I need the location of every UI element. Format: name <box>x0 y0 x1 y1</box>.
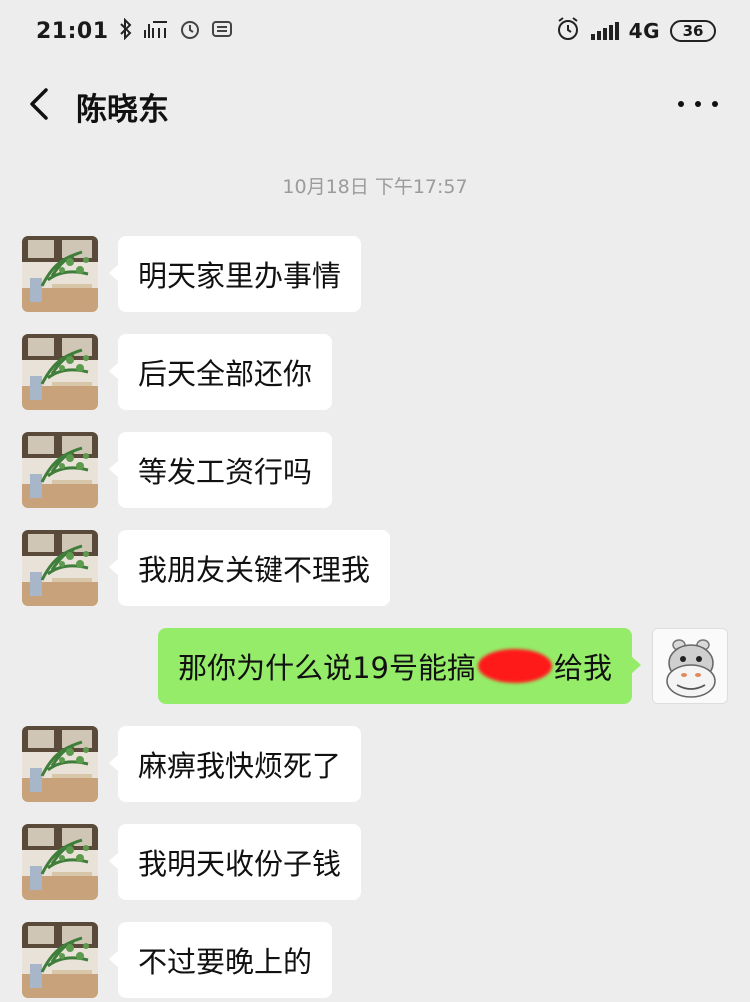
self-avatar[interactable] <box>652 628 728 704</box>
incoming-message-bubble[interactable]: 后天全部还你 <box>108 334 333 410</box>
contact-avatar[interactable] <box>22 334 98 410</box>
taobao-icon <box>211 19 233 44</box>
redaction-mark <box>477 649 552 683</box>
battery-icon: 36 <box>670 20 716 42</box>
bluetooth-icon <box>119 17 133 45</box>
alarm-icon <box>179 18 201 45</box>
chat-title: 陈晓东 <box>76 92 169 128</box>
more-options-button[interactable] <box>678 90 718 118</box>
contact-avatar[interactable] <box>22 236 98 312</box>
incoming-message-bubble[interactable]: 不过要晚上的 <box>108 922 333 998</box>
network-type: 4G <box>628 19 660 43</box>
incoming-message-bubble[interactable]: 我朋友关键不理我 <box>108 530 391 606</box>
contact-avatar[interactable] <box>22 432 98 508</box>
status-bar-left: 21:01 <box>36 17 233 45</box>
signal-icon <box>590 22 619 40</box>
message-timestamp: 10月18日 下午17:57 <box>282 176 468 198</box>
back-button[interactable] <box>22 80 62 128</box>
message-row: 后天全部还你 <box>0 334 750 414</box>
contact-avatar[interactable] <box>22 824 98 900</box>
message-row: 明天家里办事情 <box>0 236 750 316</box>
message-row: 我朋友关键不理我 <box>0 530 750 610</box>
message-row: 等发工资行吗 <box>0 432 750 512</box>
incoming-message-bubble[interactable]: 麻痹我快烦死了 <box>108 726 362 802</box>
status-bar: 21:01 4G 36 <box>0 0 750 62</box>
contact-avatar[interactable] <box>22 530 98 606</box>
more-dots-icon <box>678 101 684 107</box>
message-row: 我明天收份子钱 <box>0 824 750 904</box>
message-text: 给我 <box>553 651 612 685</box>
chat-header: 陈晓东 <box>0 62 750 146</box>
contact-avatar[interactable] <box>22 922 98 998</box>
incoming-message-bubble[interactable]: 我明天收份子钱 <box>108 824 362 900</box>
battery-level: 36 <box>682 22 704 40</box>
message-text: 那你为什么说19号能搞 <box>178 651 476 685</box>
outgoing-message-bubble[interactable]: 那你为什么说19号能搞 给我 <box>158 628 641 704</box>
message-row: 麻痹我快烦死了 <box>0 726 750 806</box>
message-row: 那你为什么说19号能搞 给我 <box>0 628 750 708</box>
status-bar-right: 4G 36 <box>555 16 716 47</box>
hippo-avatar-icon <box>653 629 727 703</box>
chevron-left-icon <box>30 88 48 120</box>
alarm-icon <box>555 16 581 47</box>
status-time: 21:01 <box>36 18 109 44</box>
message-row: 不过要晚上的 <box>0 922 750 1002</box>
headset-icon <box>143 18 169 45</box>
incoming-message-bubble[interactable]: 明天家里办事情 <box>108 236 362 312</box>
contact-avatar[interactable] <box>22 726 98 802</box>
incoming-message-bubble[interactable]: 等发工资行吗 <box>108 432 333 508</box>
